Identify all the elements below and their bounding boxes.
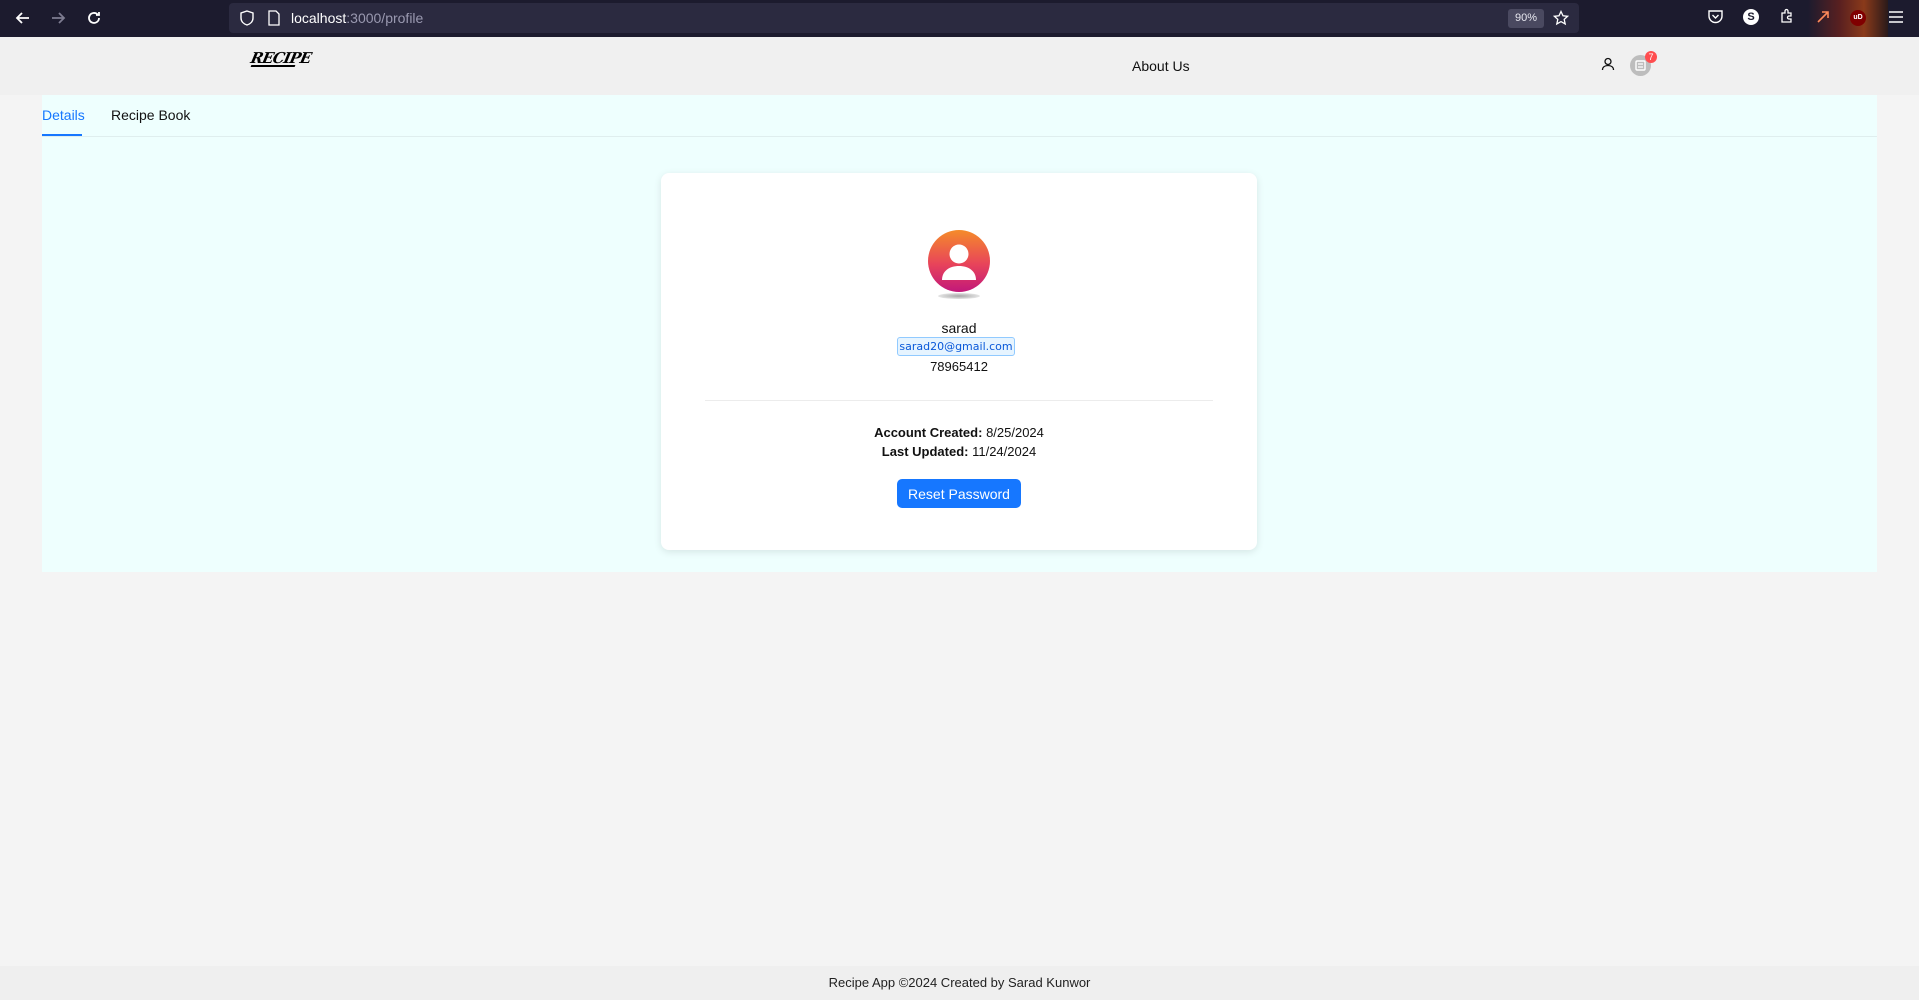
account-created-label: Account Created: [874, 425, 983, 440]
zoom-badge[interactable]: 90% [1508, 9, 1544, 28]
footer-text: Recipe App ©2024 Created by Sarad Kunwor [828, 975, 1091, 990]
reset-password-button[interactable]: Reset Password [897, 479, 1021, 508]
profile-card: sarad sarad20@gmail.com 78965412 Account… [661, 173, 1257, 550]
pocket-icon[interactable] [1707, 8, 1724, 25]
menu-hamburger-icon[interactable] [1888, 10, 1904, 24]
arrow-right-icon [52, 12, 66, 24]
cart-count-badge: 7 [1645, 51, 1657, 63]
profile-tabs: Details Recipe Book sarad sarad20@gmail.… [42, 95, 1877, 572]
last-updated-value: 11/24/2024 [972, 444, 1037, 459]
url-text[interactable]: localhost:3000/profile [291, 10, 423, 26]
page-icon [268, 10, 280, 26]
account-created-value: 8/25/2024 [986, 425, 1044, 440]
phone-number: 78965412 [930, 359, 988, 374]
reload-button[interactable] [81, 5, 107, 31]
shield-icon[interactable] [239, 10, 255, 26]
url-path: :3000/profile [346, 10, 424, 26]
ublock-icon[interactable]: uD [1850, 10, 1866, 26]
tab-recipe-book[interactable]: Recipe Book [111, 107, 190, 123]
avatar-shadow [938, 293, 980, 299]
app-header: RECIPE About Us 7 [0, 37, 1919, 95]
user-avatar-icon [928, 230, 990, 292]
arrow-left-icon [15, 12, 29, 24]
user-icon[interactable] [1601, 57, 1615, 71]
account-s-icon[interactable]: S [1743, 9, 1759, 25]
last-updated-row: Last Updated: 11/24/2024 [661, 444, 1257, 459]
divider [705, 400, 1213, 401]
bookmark-star-icon[interactable] [1553, 10, 1569, 26]
url-host: localhost [291, 10, 347, 26]
cart-icon [1635, 60, 1646, 71]
logo-underline [250, 65, 296, 67]
last-updated-label: Last Updated: [881, 444, 969, 459]
extensions-icon[interactable] [1779, 8, 1796, 25]
arrow-extension-icon[interactable] [1816, 10, 1830, 24]
tab-details[interactable]: Details [42, 107, 85, 123]
footer: Recipe App ©2024 Created by Sarad Kunwor [0, 966, 1919, 1000]
tab-strip: Details Recipe Book [42, 95, 1877, 137]
account-created-row: Account Created: 8/25/2024 [661, 425, 1257, 440]
address-bar[interactable]: localhost:3000/profile 90% [229, 3, 1579, 33]
email-tag: sarad20@gmail.com [897, 337, 1015, 356]
back-button[interactable] [10, 5, 36, 31]
active-tab-indicator [42, 134, 82, 136]
forward-button[interactable] [45, 5, 71, 31]
browser-toolbar: localhost:3000/profile 90% S uD [0, 0, 1919, 37]
about-us-link[interactable]: About Us [1132, 58, 1190, 74]
username: sarad [941, 320, 977, 336]
reload-icon [88, 12, 100, 24]
